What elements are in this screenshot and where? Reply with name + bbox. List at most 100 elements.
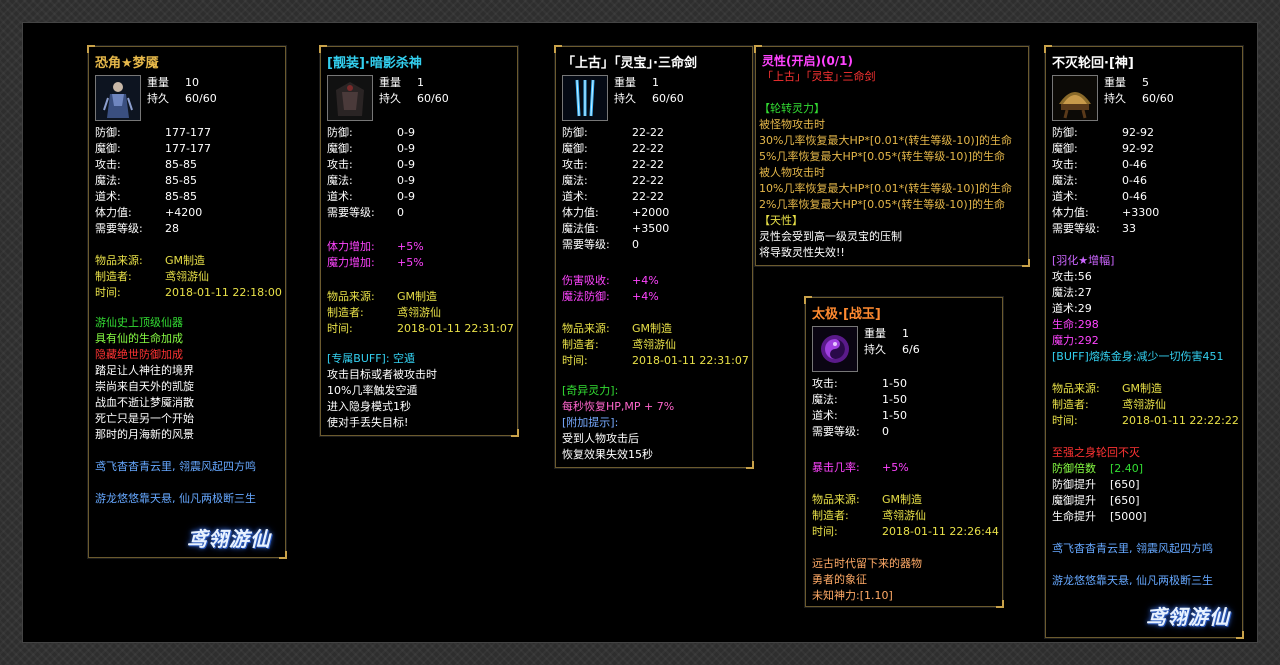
stat-label: 攻击:: [812, 377, 838, 390]
bonus-label: 魔力增加:: [327, 256, 375, 269]
stat-label: 体力值:: [95, 206, 132, 219]
time-value: 2018-01-11 22:26:44: [882, 525, 999, 538]
set-title: 至强之身轮回不灭: [1052, 446, 1140, 459]
set-row: 生命提升 [5000]: [1052, 509, 1238, 525]
stat-label: 道术:: [95, 190, 121, 203]
item-tooltip-2: [靓装]·暗影杀神 重量 1 持久 60/60 防御: 0-9 魔御: 0-9 攻击: 0…: [319, 45, 519, 437]
stat-label: 魔御:: [95, 142, 121, 155]
maker-label: 制造者:: [1052, 398, 1089, 411]
weight-label: 重量: [614, 76, 636, 89]
stat-value: 85-85: [165, 174, 197, 187]
set-label: 防御倍数: [1052, 462, 1096, 475]
stat-label: 道术:: [812, 409, 838, 422]
stat-label: 需要等级:: [562, 238, 610, 251]
spirit-line: 被怪物攻击时: [759, 118, 825, 131]
sword-icon: [562, 75, 608, 121]
desc-line: 踏足让人神往的境界: [95, 364, 194, 377]
desc-line: 死亡只是另一个开始: [95, 412, 194, 425]
time-value: 2018-01-11 22:31:07: [397, 322, 514, 335]
desc-line: 未知神力:[1.10]: [812, 589, 893, 602]
spirit-section: 【天性】: [759, 214, 803, 227]
stat-label: 需要等级:: [812, 425, 860, 438]
stat-label: 道术:: [1052, 190, 1078, 203]
source-value: GM制造: [632, 322, 673, 335]
stat-value: 177-177: [165, 142, 211, 155]
buff-line: 10%几率触发空遁: [327, 384, 418, 397]
spirit-title: 灵性(开启)(0/1): [762, 54, 854, 68]
desc-line: 远古时代留下来的器物: [812, 557, 922, 570]
stat-value: 22-22: [632, 158, 664, 171]
spirit-line: 被人物攻击时: [759, 166, 825, 179]
feather-stat: 攻击:56: [1052, 270, 1092, 283]
stat-value: 0-9: [397, 142, 415, 155]
stat-label: 需要等级:: [1052, 222, 1100, 235]
weight-label: 重量: [147, 76, 169, 89]
poem-line-1: 鸢飞杳杳青云里, 翎震风起四方鸣: [95, 460, 256, 473]
special-line: 每秒恢复HP,MP + 7%: [562, 400, 675, 413]
item-title: 恐角★梦魇: [95, 56, 159, 71]
spirit-subtitle: 「上古」「灵宝」·三命剑: [762, 70, 876, 83]
maker-value: 鸢翎游仙: [1122, 398, 1166, 411]
stat-label: 攻击:: [95, 158, 121, 171]
source-label: 物品来源:: [1052, 382, 1100, 395]
maker-value: 鸢翎游仙: [632, 338, 676, 351]
stat-value: 0-9: [397, 158, 415, 171]
hint-title: [附加提示]:: [562, 416, 619, 429]
stat-value: 85-85: [165, 190, 197, 203]
desc-line: 游仙史上顶级仙器: [95, 316, 183, 329]
item-title: 不灭轮回·[神]: [1052, 56, 1134, 71]
source-value: GM制造: [165, 254, 206, 267]
maker-value: 鸢翎游仙: [882, 509, 926, 522]
spirit-tooltip: 灵性(开启)(0/1) 「上古」「灵宝」·三命剑 【轮转灵力】 被怪物攻击时 3…: [754, 45, 1030, 267]
bonus-value: +4%: [632, 274, 659, 287]
bonus-value: +5%: [882, 461, 909, 474]
armor-icon: [327, 75, 373, 121]
set-row: 防御倍数 [2.40]: [1052, 461, 1238, 477]
poem-line-2: 游龙悠悠靠天悬, 仙凡两极断三生: [1052, 574, 1213, 587]
feather-stat: 道术:29: [1052, 302, 1092, 315]
stat-value: 33: [1122, 222, 1136, 235]
stat-label: 需要等级:: [327, 206, 375, 219]
item-tooltip-6: 不灭轮回·[神] 重量 5 持久 60/60 防御: 92-92 魔御: 92-92 攻…: [1044, 45, 1244, 639]
spirit-tail: 将导致灵性失效!!: [759, 246, 845, 259]
durability-value: 60/60: [185, 92, 217, 105]
hint-line: 恢复效果失效15秒: [562, 448, 653, 461]
special-title: [奇异灵力]:: [562, 384, 619, 397]
weight-label: 重量: [864, 327, 886, 340]
desc-line: 崇尚来自天外的凯旋: [95, 380, 194, 393]
stat-label: 魔御:: [562, 142, 588, 155]
crit-bonus: 暴击几率: +5%: [812, 460, 998, 476]
spirit-section: 【轮转灵力】: [759, 102, 825, 115]
maker-label: 制造者:: [327, 306, 364, 319]
stat-value: 1-50: [882, 393, 907, 406]
maker-label: 制造者:: [95, 270, 132, 283]
stat-label: 防御:: [327, 126, 353, 139]
stat-label: 防御:: [95, 126, 121, 139]
stat-label: 魔法:: [562, 174, 588, 187]
source-label: 物品来源:: [562, 322, 610, 335]
buff-line: 使对手丢失目标!: [327, 416, 409, 429]
set-label: 防御提升: [1052, 478, 1096, 491]
item-tooltip-3: 「上古」「灵宝」·三命剑 重量 1 持久 60/60 防御: 22-22 魔御: 22-…: [554, 45, 754, 469]
bonus-value: +4%: [632, 290, 659, 303]
stat-label: 攻击:: [1052, 158, 1078, 171]
stat-label: 道术:: [562, 190, 588, 203]
stat-label: 魔法:: [1052, 174, 1078, 187]
weight-label: 重量: [379, 76, 401, 89]
time-label: 时间:: [562, 354, 588, 367]
durability-value: 6/6: [902, 343, 920, 356]
feather-stat: 魔力:292: [1052, 334, 1099, 347]
stat-value: 22-22: [632, 190, 664, 203]
durability-label: 持久: [379, 92, 401, 105]
stat-value: 0: [397, 206, 404, 219]
desc-line: 具有仙的生命加成: [95, 332, 183, 345]
stat-value: 85-85: [165, 158, 197, 171]
buff-line: 进入隐身模式1秒: [327, 400, 411, 413]
time-label: 时间:: [95, 286, 121, 299]
set-row: 防御提升 [650]: [1052, 477, 1238, 493]
item-title: 「上古」「灵宝」·三命剑: [562, 56, 697, 71]
weight-value: 1: [417, 76, 424, 89]
set-value: [5000]: [1110, 510, 1147, 523]
spirit-tail: 灵性会受到高一级灵宝的压制: [759, 230, 902, 243]
time-label: 时间:: [327, 322, 353, 335]
